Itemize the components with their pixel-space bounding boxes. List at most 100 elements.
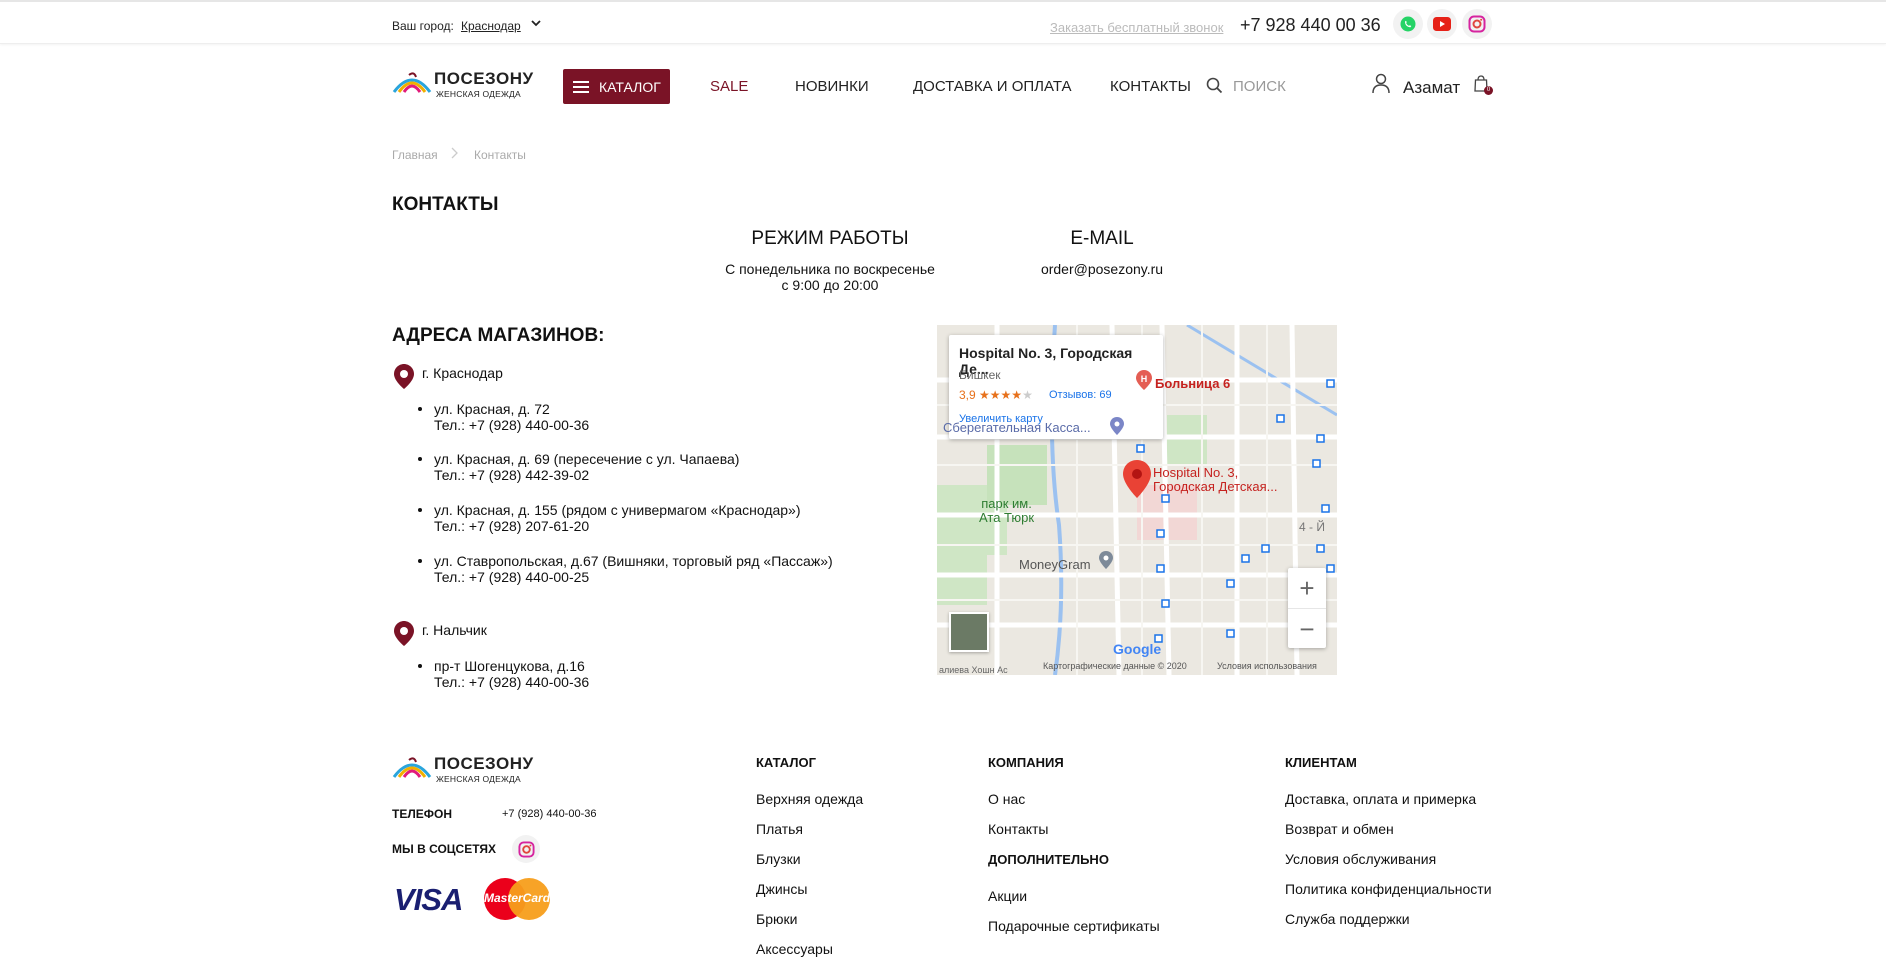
footer-link[interactable]: Брюки [756,911,797,927]
search-icon[interactable] [1206,77,1223,99]
footer-logo[interactable]: ПОСЕЗОНУ ЖЕНСКАЯ ОДЕЖДА [392,752,534,792]
breadcrumb-current: Контакты [474,148,526,162]
footer-phone-label: ТЕЛЕФОН [392,807,452,821]
store-phone: Тел.: +7 (928) 440-00-36 [434,417,590,433]
search-input[interactable]: ПОИСК [1233,78,1286,95]
footer-social-label: МЫ В СОЦСЕТЯХ [392,842,497,856]
hours-time: с 9:00 до 20:00 [781,277,879,293]
footer-link[interactable]: Аксессуары [756,941,833,957]
footer-link[interactable]: Подарочные сертификаты [988,918,1160,934]
moneygram-marker-icon[interactable] [1099,551,1113,574]
map-label-park: парк им. Ата Тюрк [979,496,1035,525]
footer-catalog-title: КАТАЛОГ [756,755,816,770]
map-label-district: 4 - Й [1299,520,1325,534]
footer-company-title: КОМПАНИЯ [988,755,1064,770]
zoom-in-button[interactable]: + [1288,568,1326,608]
city-label: Ваш город: [392,19,454,33]
rainbow-logo-icon [392,757,432,778]
user-name[interactable]: Азамат [1403,78,1460,98]
youtube-icon[interactable] [1427,9,1457,39]
instagram-icon[interactable] [512,835,540,863]
footer-link[interactable]: Акции [988,888,1027,904]
map-label-hospital6: Больница 6 [1155,376,1231,391]
stores-title: АДРЕСА МАГАЗИНОВ: [392,325,605,346]
instagram-icon[interactable] [1462,9,1492,39]
cart-count-badge: 0 [1484,86,1493,95]
brand-tagline: ЖЕНСКАЯ ОДЕЖДА [436,89,521,99]
chevron-down-icon[interactable] [531,18,541,31]
footer-link[interactable]: О нас [988,791,1025,807]
map-label-moneygram: MoneyGram [1019,557,1091,572]
catalog-button-label: КАТАЛОГ [599,78,661,95]
footer-phone[interactable]: +7 (928) 440-00-36 [502,808,596,820]
footer-link[interactable]: Условия обслуживания [1285,851,1436,867]
footer-link[interactable]: Доставка, оплата и примерка [1285,791,1476,807]
store-city-name: г. Нальчик [422,622,487,638]
brand-name: ПОСЕЗОНУ [434,754,534,773]
map-label-bank: Сберегательная Касса... [943,420,1091,435]
footer-link[interactable]: Верхняя одежда [756,791,863,807]
map-terms-link[interactable]: Условия использования [1217,661,1317,671]
reviews-link[interactable]: Отзывов: 69 [1049,389,1112,401]
location-pin-icon [394,364,414,394]
breadcrumb-home[interactable]: Главная [392,148,438,162]
menu-icon [573,80,589,93]
city-selector[interactable]: Краснодар [461,19,521,33]
nav-delivery[interactable]: ДОСТАВКА И ОПЛАТА [913,78,1072,95]
footer-link[interactable]: Служба поддержки [1285,911,1410,927]
google-logo: Google [1113,641,1162,657]
footer-link[interactable]: Контакты [988,821,1048,837]
hours-days: С понедельника по воскресенье [725,261,935,277]
store-address: ул. Красная, д. 69 (пересечение с ул. Ча… [434,451,740,467]
map-label-hospital3: Hospital No. 3, Городская Детская... [1153,465,1278,494]
catalog-button[interactable]: КАТАЛОГ [563,69,670,104]
hours-text: С понедельника по воскресенье с 9:00 до … [700,261,960,293]
store-city-name: г. Краснодар [422,365,503,381]
nav-contacts[interactable]: КОНТАКТЫ [1110,78,1191,95]
bank-marker-icon[interactable] [1110,417,1124,440]
rating-stars-icon: ★★★★ [979,388,1023,402]
zoom-out-button[interactable]: − [1288,608,1326,648]
store-map[interactable]: Hospital No. 3, Городская Де... Бишкек 3… [937,325,1337,675]
nav-sale[interactable]: SALE [710,78,748,95]
visa-logo: VISA [394,882,463,917]
satellite-toggle[interactable] [949,612,989,652]
store-address: ул. Красная, д. 155 (рядом с универмагом… [434,502,801,518]
store-phone: Тел.: +7 (928) 207-61-20 [434,518,590,534]
footer-clients-title: КЛИЕНТАМ [1285,755,1357,770]
footer-link[interactable]: Политика конфиденциальности [1285,881,1492,897]
footer-link[interactable]: Возврат и обмен [1285,821,1394,837]
breadcrumb-separator-icon [451,147,459,162]
email-link[interactable]: order@posezony.ru [1002,261,1202,277]
mastercard-logo: MasterCard [484,878,550,920]
store-address: пр-т Шогенцукова, д.16 [434,658,585,674]
store-phone: Тел.: +7 (928) 440-00-25 [434,569,590,585]
footer-link[interactable]: Джинсы [756,881,807,897]
map-zoom-controls: + − [1288,568,1326,648]
map-attribution: Картографические данные © 2020 [1043,661,1187,671]
svg-text:H: H [1141,374,1148,384]
hospital3-pin-icon[interactable] [1123,460,1151,503]
page-title: КОНТАКТЫ [392,194,499,215]
hospital-marker-icon[interactable]: H [1136,370,1152,395]
map-edge-text: алиева Хошн Ас [939,665,1008,675]
store-address: ул. Ставропольская, д.67 (Вишняки, торго… [434,553,833,569]
store-phone: Тел.: +7 (928) 440-00-36 [434,674,590,690]
site-logo[interactable]: ПОСЕЗОНУ ЖЕНСКАЯ ОДЕЖДА [392,67,534,107]
location-pin-icon [394,621,414,651]
nav-new[interactable]: НОВИНКИ [795,78,869,95]
user-icon[interactable] [1371,73,1391,99]
top-bar: Ваш город: Краснодар Заказать бесплатный… [0,0,1886,44]
rainbow-logo-icon [392,72,432,93]
footer-link[interactable]: Платья [756,821,803,837]
footer-link[interactable]: Блузки [756,851,801,867]
footer-extra-title: ДОПОЛНИТЕЛЬНО [988,852,1109,867]
store-phone: Тел.: +7 (928) 442-39-02 [434,467,590,483]
header-phone[interactable]: +7 928 440 00 36 [1240,15,1381,36]
hours-title: РЕЖИМ РАБОТЫ [751,228,909,249]
brand-name: ПОСЕЗОНУ [434,69,534,88]
callback-link[interactable]: Заказать бесплатный звонок [1050,20,1223,35]
store-address: ул. Красная, д. 72 [434,401,550,417]
whatsapp-icon[interactable] [1393,9,1423,39]
brand-tagline: ЖЕНСКАЯ ОДЕЖДА [436,774,521,784]
